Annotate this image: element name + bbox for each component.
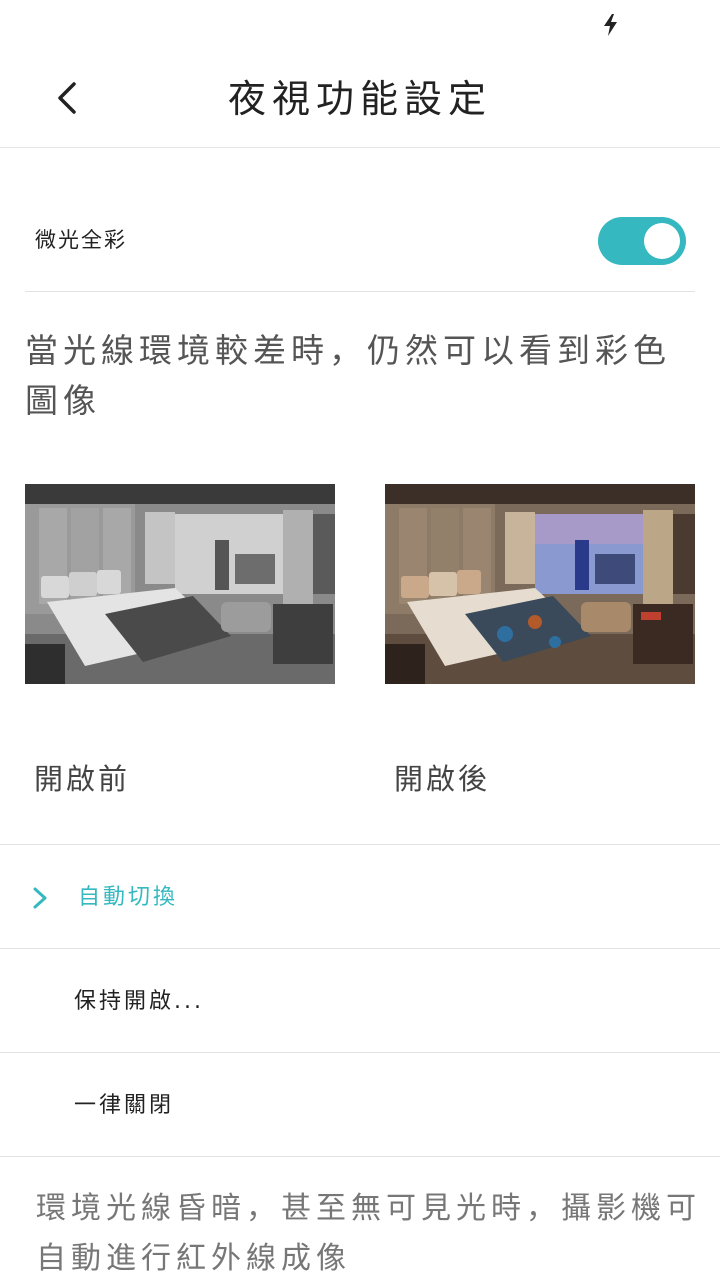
before-caption: 開啟前 [34, 762, 131, 796]
option-keep-on[interactable]: 保持開啟... [0, 948, 720, 1052]
toggle-knob [644, 223, 680, 259]
option-label: 自動切換 [78, 885, 179, 910]
divider [0, 1156, 720, 1157]
chevron-right-icon [33, 887, 47, 909]
feature-description: 當光線環境較差時，仍然可以看到彩色圖像 [25, 331, 671, 420]
after-caption: 開啟後 [394, 762, 491, 796]
before-image [25, 484, 335, 684]
page-title: 夜視功能設定 [227, 77, 492, 121]
bolt-icon [604, 14, 617, 36]
option-auto-switch[interactable]: 自動切換 [0, 844, 720, 948]
status-bar [0, 0, 720, 50]
after-image [385, 484, 695, 684]
option-label: 一律關閉 [74, 1093, 175, 1118]
header: 夜視功能設定 [0, 50, 720, 148]
option-always-off[interactable]: 一律關閉 [0, 1052, 720, 1156]
low-light-color-toggle[interactable] [598, 217, 686, 265]
infrared-note: 環境光線昏暗，甚至無可見光時，攝影機可自動進行紅外線成像 [36, 1191, 701, 1276]
option-label: 保持開啟... [74, 989, 204, 1014]
low-light-color-row: 微光全彩 [25, 190, 695, 292]
low-light-color-label: 微光全彩 [35, 228, 127, 252]
